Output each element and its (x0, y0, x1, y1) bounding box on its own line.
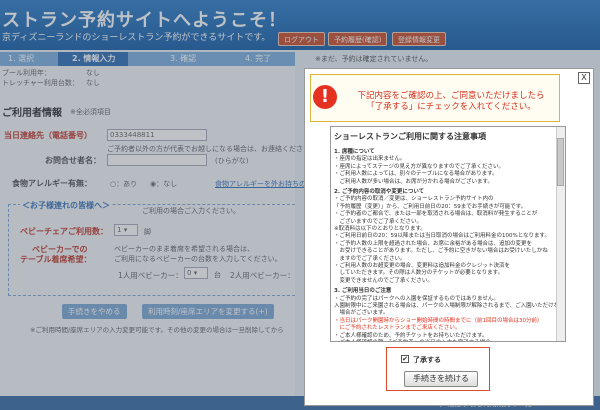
continue-button[interactable]: 手続きを続ける (404, 371, 478, 387)
warning-line: 「了承する」にチェックを入れてください。 (366, 102, 536, 112)
terms-scroll-thumb[interactable] (557, 138, 564, 186)
warning-line: 下記内容をご確認の上、ご同意いただけましたら (357, 91, 545, 101)
agree-label[interactable]: 了承する (413, 355, 441, 365)
warning-icon: ! (313, 85, 337, 109)
terms-title: ショーレストランご利用に関する注意事項 (334, 132, 486, 141)
terms-scroll-area[interactable]: ショーレストランご利用に関する注意事項 1. 席種について ・座席の指定は出来ませ… (330, 126, 566, 342)
agree-checkbox[interactable]: ✔ (401, 355, 409, 363)
terms-line: ・ご本人様確認の際、「ご予約者」の当日の入力を完了する場合、 (334, 338, 496, 341)
terms-line: 変更できませんのでご了承ください。 (334, 277, 433, 284)
close-icon[interactable]: X (578, 72, 590, 84)
warning-message: 下記内容をご確認の上、ご同意いただけましたら 「了承する」にチェックを入れてくだ… (346, 91, 556, 113)
terms-line: ご利用人数が多い場合は、お席が分かれる場合がございます。 (334, 178, 493, 185)
